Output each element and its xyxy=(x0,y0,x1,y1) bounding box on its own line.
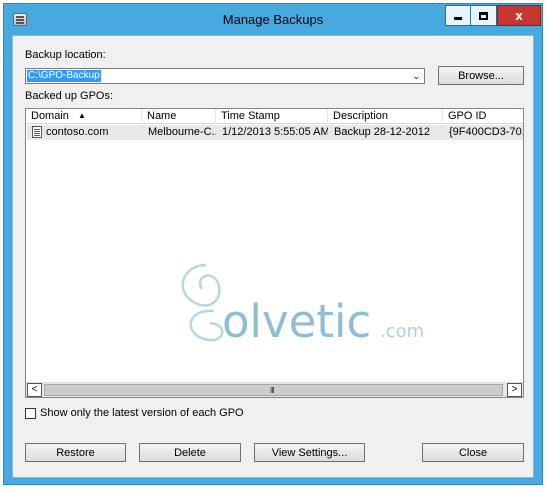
gpo-document-icon xyxy=(32,126,42,138)
scroll-right-button[interactable]: > xyxy=(507,383,522,397)
minimize-icon xyxy=(454,17,462,20)
horizontal-scrollbar[interactable]: < III > xyxy=(26,382,523,397)
manage-backups-window: Manage Backups x Backup location: C:\GPO… xyxy=(3,3,543,485)
scroll-left-button[interactable]: < xyxy=(27,383,42,397)
row-gpo-id: {9F400CD3-70... xyxy=(449,126,524,138)
row-time-stamp: 1/12/2013 5:55:05 AM xyxy=(222,126,328,138)
grip-icon: III xyxy=(270,386,275,395)
latest-version-label[interactable]: Show only the latest version of each GPO xyxy=(40,407,244,419)
close-window-button[interactable]: x xyxy=(497,5,541,26)
view-settings-button[interactable]: View Settings... xyxy=(254,443,365,462)
latest-version-checkbox[interactable] xyxy=(25,408,36,419)
delete-button[interactable]: Delete xyxy=(139,443,241,462)
row-domain: contoso.com xyxy=(46,126,109,138)
backup-location-label: Backup location: xyxy=(25,49,106,61)
backup-location-value[interactable]: C:\GPO-Backup xyxy=(27,70,101,82)
column-header-label: Domain xyxy=(31,110,69,122)
backed-up-gpos-list[interactable]: Domain ▲ Name Time Stamp Description GPO… xyxy=(25,108,524,398)
row-description: Backup 28-12-2012 xyxy=(334,126,431,138)
minimize-button[interactable] xyxy=(445,5,471,26)
column-header-gpo-id[interactable]: GPO ID xyxy=(443,109,523,124)
maximize-icon xyxy=(479,11,488,20)
list-header: Domain ▲ Name Time Stamp Description GPO… xyxy=(26,109,523,124)
restore-button[interactable]: Restore xyxy=(25,443,126,462)
column-header-description[interactable]: Description xyxy=(328,109,443,124)
sort-ascending-icon: ▲ xyxy=(78,111,86,120)
column-header-time-stamp[interactable]: Time Stamp xyxy=(216,109,328,124)
backed-up-gpos-label: Backed up GPOs: xyxy=(25,90,114,102)
title-bar[interactable]: Manage Backups x xyxy=(4,4,542,34)
solvetic-watermark: olvetic .com xyxy=(166,259,446,359)
table-row[interactable]: contoso.com Melbourne-C... 1/12/2013 5:5… xyxy=(27,125,524,140)
watermark-brand: olvetic xyxy=(222,295,372,348)
browse-button[interactable]: Browse... xyxy=(438,66,524,85)
close-icon: x xyxy=(515,8,523,23)
scroll-thumb[interactable]: III xyxy=(44,384,503,396)
chevron-down-icon[interactable]: ⌄ xyxy=(412,69,420,83)
watermark-suffix: .com xyxy=(380,321,425,342)
row-name: Melbourne-C... xyxy=(148,126,216,138)
maximize-button[interactable] xyxy=(471,5,497,26)
backup-location-combo[interactable]: C:\GPO-Backup ⌄ xyxy=(25,68,425,84)
column-header-name[interactable]: Name xyxy=(142,109,216,124)
column-header-domain[interactable]: Domain ▲ xyxy=(26,109,142,124)
close-button[interactable]: Close xyxy=(422,443,524,462)
dialog-body: Backup location: C:\GPO-Backup ⌄ Browse.… xyxy=(12,35,534,478)
